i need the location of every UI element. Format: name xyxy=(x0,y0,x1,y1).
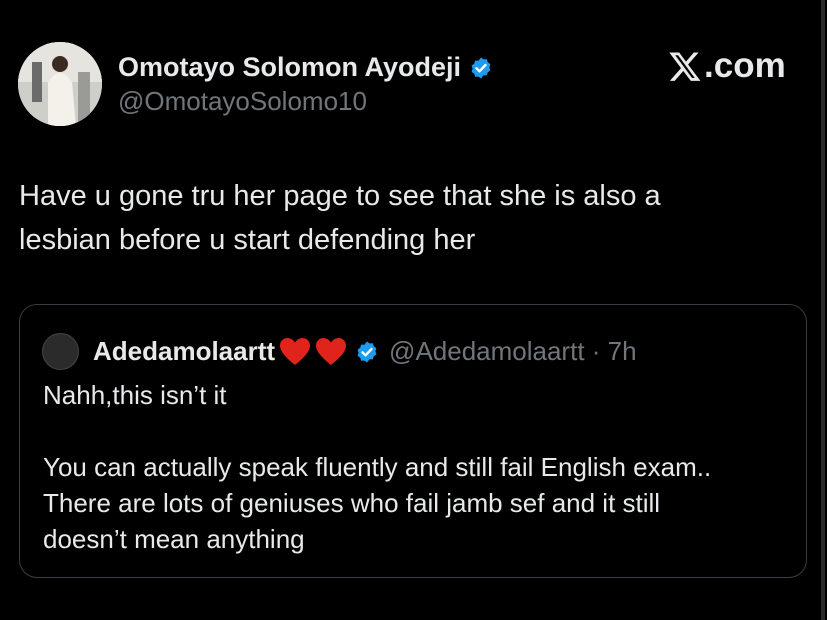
quoted-author-avatar[interactable] xyxy=(42,333,79,370)
author-avatar[interactable] xyxy=(18,42,102,126)
quoted-tweet-header: Adedamolaartt @Adedamolaartt · 7h xyxy=(42,333,637,370)
author-display-name[interactable]: Omotayo Solomon Ayodeji xyxy=(118,52,461,83)
quoted-author-name[interactable]: Adedamolaartt xyxy=(93,336,275,367)
quoted-tweet-line: You can actually speak fluently and stil… xyxy=(43,452,712,482)
red-heart-emoji-icon xyxy=(315,337,347,367)
scrollbar[interactable] xyxy=(821,0,825,620)
x-brand-label: .com xyxy=(704,46,786,85)
verified-badge-icon xyxy=(355,340,379,364)
tweet-text-line: lesbian before u start defending her xyxy=(19,224,476,256)
quoted-tweet-text: Nahh,this isn’t it You can actually spea… xyxy=(43,377,803,557)
quoted-tweet-paragraph: Nahh,this isn’t it xyxy=(43,380,227,410)
x-brand-logo: .com xyxy=(668,46,786,86)
x-logo-icon xyxy=(668,49,702,83)
red-heart-emoji-icon xyxy=(279,337,311,367)
quoted-author-handle-time[interactable]: @Adedamolaartt · 7h xyxy=(389,336,637,367)
author-name-row: Omotayo Solomon Ayodeji xyxy=(118,52,493,83)
author-handle[interactable]: @OmotayoSolomo10 xyxy=(118,86,367,117)
tweet-text: Have u gone tru her page to see that she… xyxy=(19,174,799,262)
quoted-tweet-line: doesn’t mean anything xyxy=(43,524,305,554)
quoted-tweet-card[interactable]: Adedamolaartt @Adedamolaartt · 7h Nahh,t… xyxy=(19,304,807,578)
tweet-text-line: Have u gone tru her page to see that she… xyxy=(19,180,661,212)
quoted-tweet-line: There are lots of geniuses who fail jamb… xyxy=(43,488,661,518)
verified-badge-icon xyxy=(469,56,493,80)
